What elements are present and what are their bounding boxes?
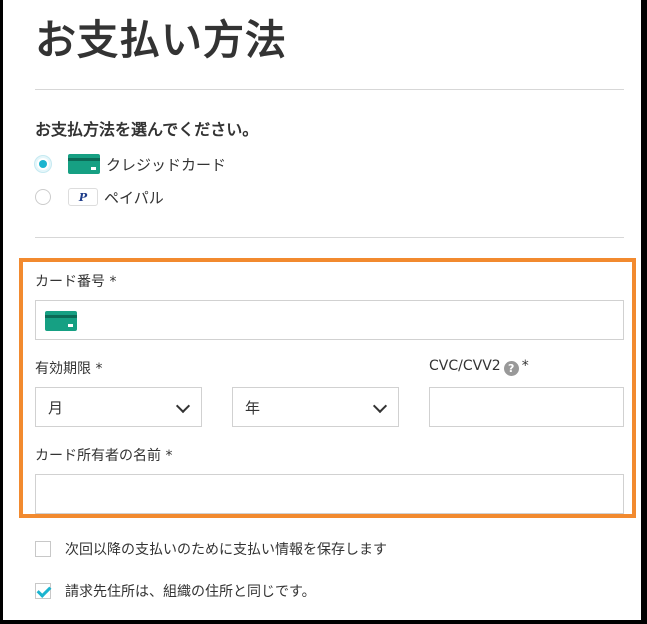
expiry-month-value: 月 xyxy=(48,399,64,417)
divider xyxy=(35,89,624,90)
paypal-radio[interactable] xyxy=(35,189,51,205)
holder-name-input[interactable] xyxy=(35,474,624,514)
divider xyxy=(35,237,624,238)
cvc-label: CVC/CVV2 xyxy=(429,358,501,374)
same-address-label: 請求先住所は、組織の住所と同じです。 xyxy=(65,584,316,600)
cvc-required-mark: * xyxy=(521,358,529,374)
expiry-year-select[interactable]: 年 xyxy=(232,387,399,427)
cvc-label-wrap: CVC/CVV2? * xyxy=(429,358,529,376)
credit-card-icon xyxy=(45,311,77,331)
credit-card-label: クレジッドカード xyxy=(106,155,227,174)
page-title: お支払い方法 xyxy=(35,16,287,64)
same-address-option[interactable]: 請求先住所は、組織の住所と同じです。 xyxy=(35,581,316,601)
holder-name-label: カード所有者の名前 * xyxy=(35,448,173,464)
chevron-down-icon xyxy=(372,398,388,414)
help-icon[interactable]: ? xyxy=(503,361,519,376)
save-info-checkbox[interactable] xyxy=(35,541,51,557)
payment-method-heading: お支払方法を選んでください。 xyxy=(35,120,259,139)
payment-page: お支払い方法 お支払方法を選んでください。 クレジッドカード P ペイパル カー… xyxy=(3,0,641,620)
payment-option-credit-card[interactable]: クレジッドカード xyxy=(35,153,226,175)
card-number-input[interactable] xyxy=(35,300,624,340)
same-address-checkbox[interactable] xyxy=(35,583,51,599)
credit-card-icon xyxy=(68,154,100,174)
expiry-label: 有効期限 * xyxy=(35,361,103,377)
expiry-month-select[interactable]: 月 xyxy=(35,387,202,427)
expiry-year-value: 年 xyxy=(245,399,261,417)
save-info-option[interactable]: 次回以降の支払いのために支払い情報を保存します xyxy=(35,539,387,559)
cvc-input[interactable] xyxy=(429,387,624,427)
payment-option-paypal[interactable]: P ペイパル xyxy=(35,186,164,208)
chevron-down-icon xyxy=(175,398,191,414)
paypal-icon: P xyxy=(68,188,98,206)
paypal-label: ペイパル xyxy=(104,188,164,207)
card-number-label: カード番号 * xyxy=(35,274,117,290)
save-info-label: 次回以降の支払いのために支払い情報を保存します xyxy=(65,542,387,558)
credit-card-radio[interactable] xyxy=(35,156,51,172)
